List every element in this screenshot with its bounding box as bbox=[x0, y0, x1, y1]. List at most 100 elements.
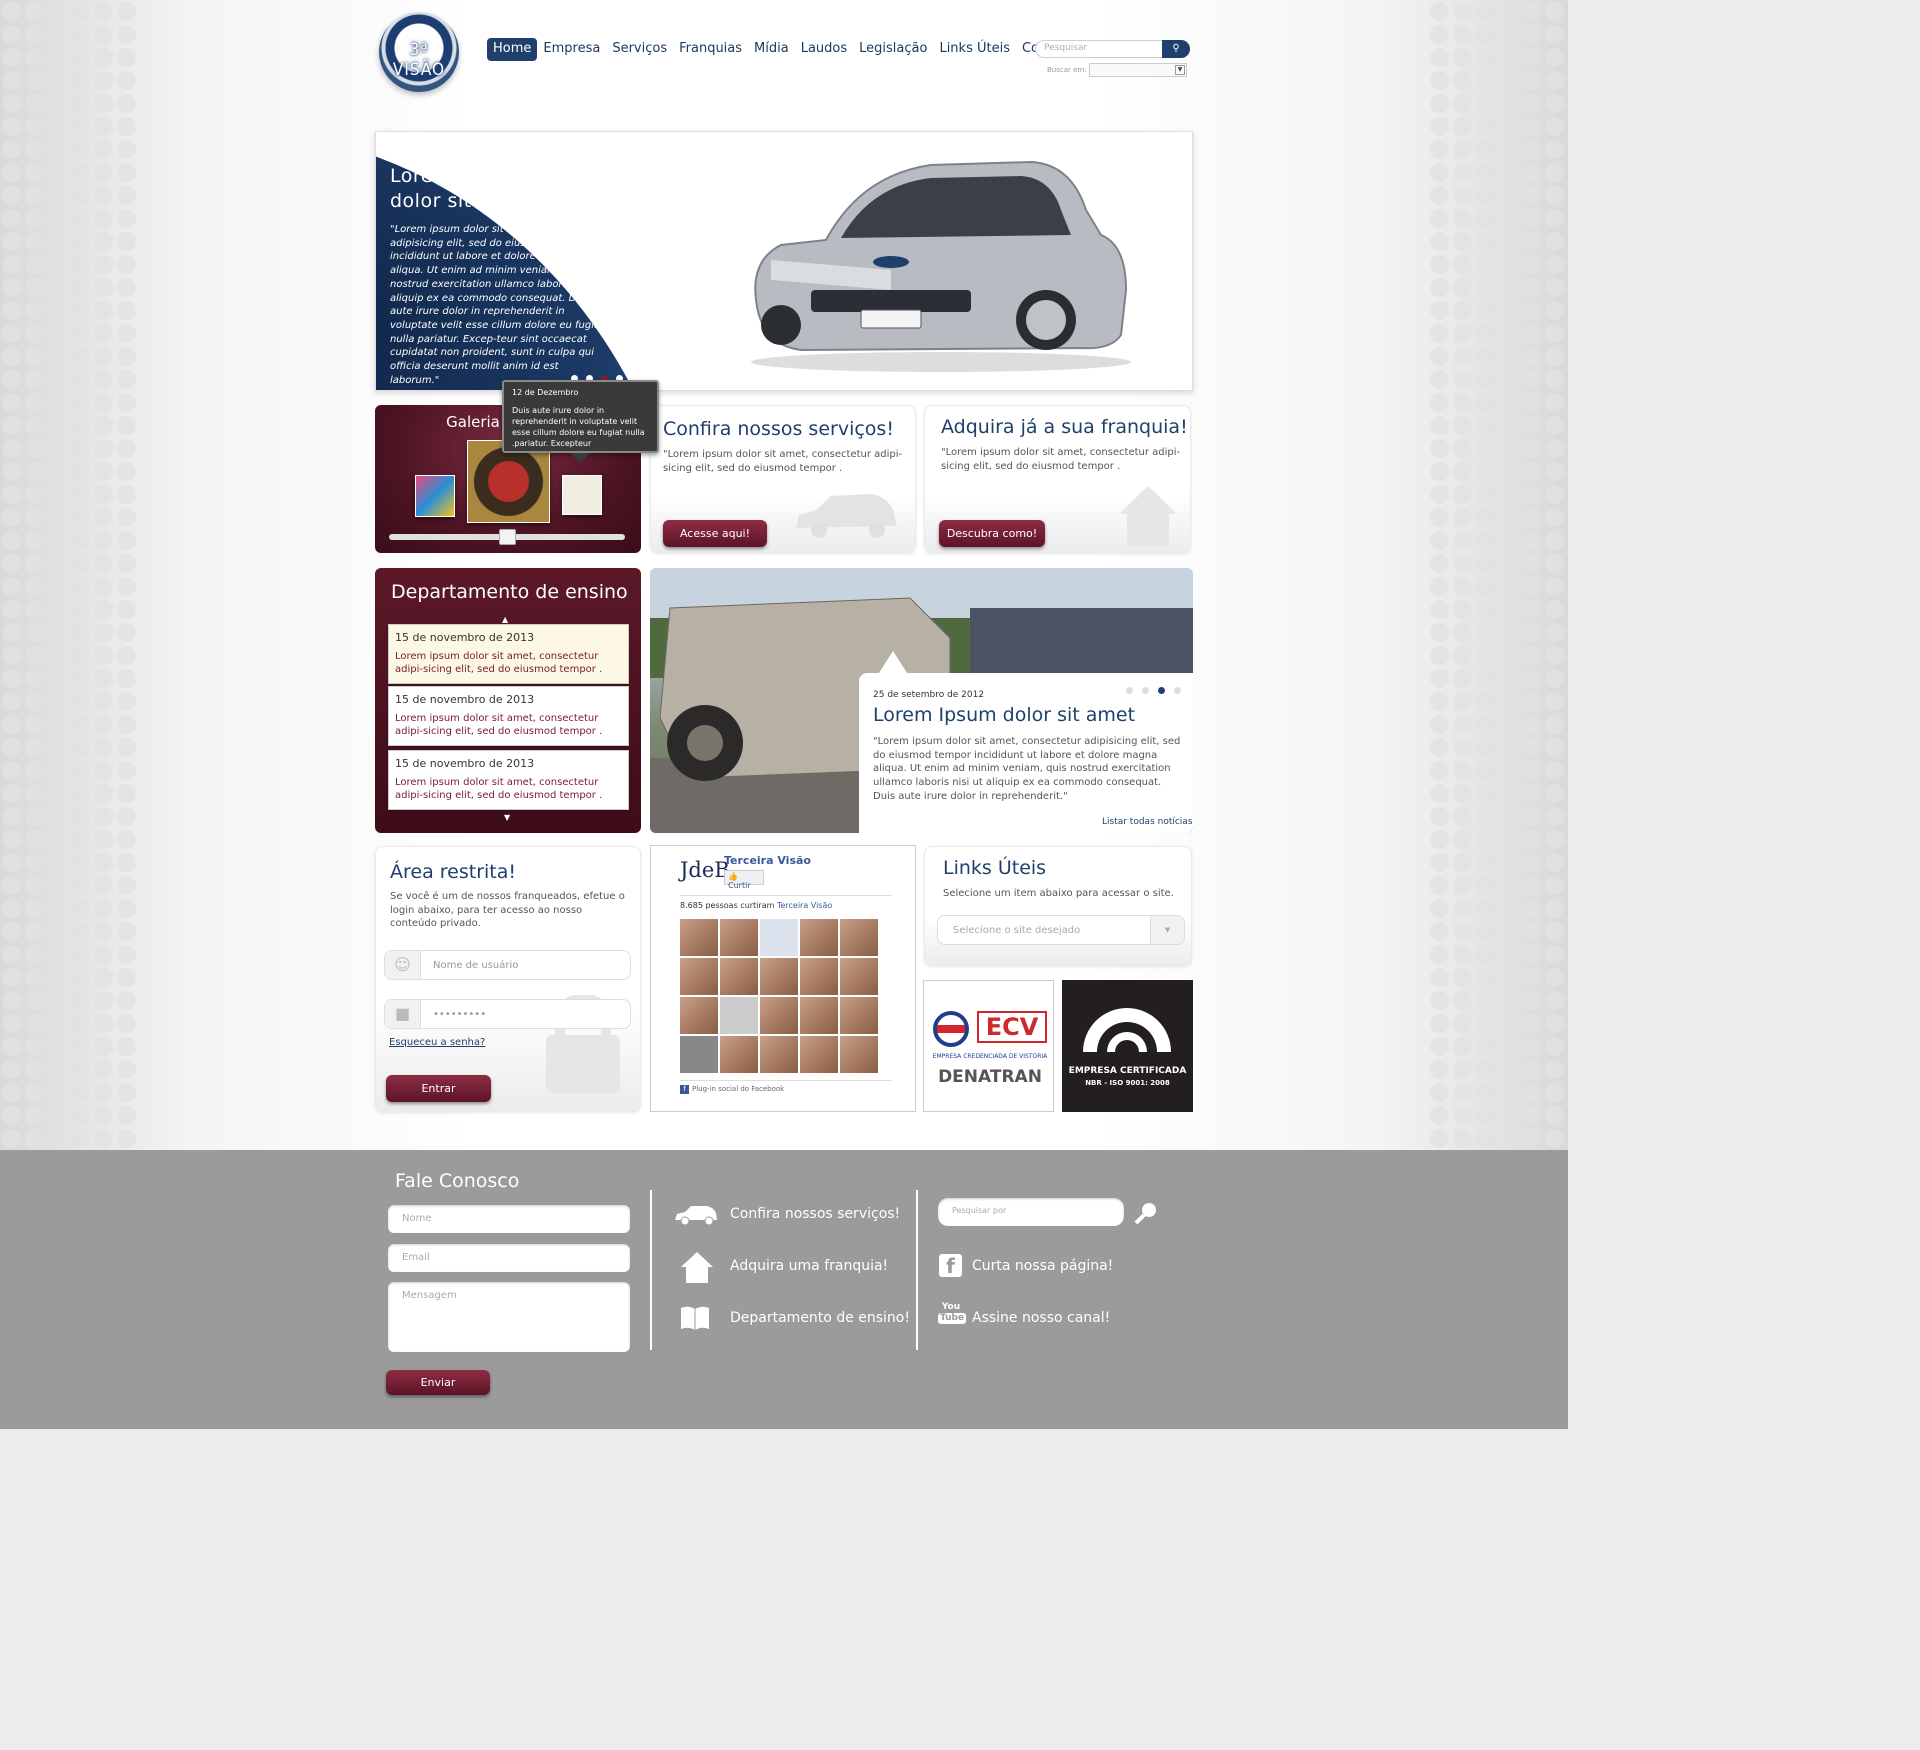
fb-page-name[interactable]: Terceira Visão bbox=[724, 854, 811, 867]
fan-avatar[interactable] bbox=[760, 1036, 798, 1073]
fan-avatar[interactable] bbox=[720, 997, 758, 1034]
fan-avatar[interactable] bbox=[800, 1036, 838, 1073]
footer-link-services[interactable]: Confira nossos serviços! bbox=[730, 1206, 900, 1222]
ecv-denatran-badge[interactable]: ECV EMPRESA CREDENCIADA DE VISTORIA DENA… bbox=[923, 980, 1054, 1112]
footer-divider-2 bbox=[916, 1190, 918, 1350]
tooltip-text: Duis aute irure dolor in reprehenderit i… bbox=[512, 406, 645, 448]
gallery-slider[interactable] bbox=[389, 529, 625, 545]
fan-avatar[interactable] bbox=[720, 958, 758, 995]
news-dot-1[interactable] bbox=[1126, 687, 1133, 694]
teaching-item-text: Lorem ipsum dolor sit amet, consectetur … bbox=[395, 713, 603, 737]
fan-avatar[interactable] bbox=[800, 919, 838, 956]
contact-email-placeholder: Email bbox=[402, 1252, 430, 1263]
fan-avatar[interactable] bbox=[840, 1036, 878, 1073]
contact-email-input[interactable]: Email bbox=[388, 1244, 630, 1272]
fan-avatar[interactable] bbox=[800, 958, 838, 995]
send-button[interactable]: Enviar bbox=[386, 1370, 490, 1395]
franchise-text: "Lorem ipsum dolor sit amet, consectetur… bbox=[941, 447, 1181, 472]
news-dot-4[interactable] bbox=[1174, 687, 1181, 694]
news-dot-3[interactable] bbox=[1158, 687, 1165, 694]
fan-avatar[interactable] bbox=[680, 1036, 718, 1073]
youtube-icon: You Tube bbox=[938, 1302, 967, 1324]
fan-avatar[interactable] bbox=[840, 919, 878, 956]
teaching-panel: Departamento de ensino ▲ 15 de novembro … bbox=[375, 568, 641, 833]
restricted-area-card: Área restrita! Se você é um de nossos fr… bbox=[375, 846, 641, 1112]
footer-search-input[interactable]: Pesquisar por bbox=[938, 1198, 1124, 1226]
franchise-button[interactable]: Descubra como! bbox=[939, 520, 1045, 547]
fan-avatar[interactable] bbox=[760, 919, 798, 956]
nav-servicos[interactable]: Serviços bbox=[606, 38, 673, 61]
search-button[interactable]: ⚲ bbox=[1162, 40, 1190, 58]
car-icon bbox=[675, 1206, 717, 1226]
nav-links-uteis[interactable]: Links Úteis bbox=[933, 38, 1016, 61]
fan-avatar[interactable] bbox=[680, 958, 718, 995]
services-button[interactable]: Acesse aqui! bbox=[663, 520, 767, 547]
news-pager bbox=[1126, 687, 1181, 694]
hero-title-line1: Lorem Ipsum bbox=[390, 165, 520, 187]
username-field[interactable]: ☺ Nome de usuário bbox=[384, 950, 631, 980]
gallery-tooltip: 12 de Dezembro Duis aute irure dolor in … bbox=[502, 380, 659, 463]
contact-message-placeholder: Mensagem bbox=[402, 1290, 457, 1301]
fan-avatar[interactable] bbox=[760, 997, 798, 1034]
search-input[interactable]: Pesquisar ⚲ bbox=[1035, 40, 1190, 58]
useful-links-card: Links Úteis Selecione um item abaixo par… bbox=[924, 846, 1192, 966]
fb-likes-page[interactable]: Terceira Visão bbox=[777, 901, 832, 910]
fb-plugin-text: Plug-in social do Facebook bbox=[692, 1085, 785, 1093]
footer-link-teaching[interactable]: Departamento de ensino! bbox=[730, 1310, 910, 1326]
search-icon: ⚲ bbox=[1172, 43, 1180, 54]
news-dot-2[interactable] bbox=[1142, 687, 1149, 694]
fan-avatar[interactable] bbox=[840, 997, 878, 1034]
nav-legislacao[interactable]: Legislação bbox=[853, 38, 933, 61]
teaching-item[interactable]: 15 de novembro de 2013 Lorem ipsum dolor… bbox=[388, 624, 629, 684]
gallery-thumb-3[interactable] bbox=[562, 475, 602, 515]
footer-link-franchise[interactable]: Adquira uma franquia! bbox=[730, 1258, 888, 1274]
fan-avatar[interactable] bbox=[760, 958, 798, 995]
nav-home[interactable]: Home bbox=[487, 38, 538, 61]
denatran-text: DENATRAN bbox=[938, 1067, 1042, 1087]
nav-empresa[interactable]: Empresa bbox=[537, 38, 606, 61]
fan-avatar[interactable] bbox=[680, 997, 718, 1034]
iso-badge[interactable]: EMPRESA CERTIFICADA NBR - ISO 9001: 2008 bbox=[1062, 980, 1193, 1112]
nav-laudos[interactable]: Laudos bbox=[795, 38, 853, 61]
thumbs-up-icon: 👍 bbox=[728, 872, 738, 881]
forgot-password-link[interactable]: Esqueceu a senha? bbox=[389, 1037, 485, 1048]
contact-name-placeholder: Nome bbox=[402, 1213, 432, 1224]
fan-avatar[interactable] bbox=[720, 1036, 758, 1073]
footer-link-youtube[interactable]: Assine nosso canal! bbox=[972, 1310, 1110, 1326]
restricted-text: Se você é um de nossos franqueados, efet… bbox=[390, 891, 625, 929]
fan-avatar[interactable] bbox=[840, 958, 878, 995]
iso-arc-icon bbox=[1083, 1008, 1171, 1052]
scroll-down-icon[interactable]: ▼ bbox=[504, 813, 510, 822]
fan-avatar[interactable] bbox=[720, 919, 758, 956]
logo[interactable]: 3ª VISÃO bbox=[379, 12, 459, 92]
scroll-up-icon[interactable]: ▲ bbox=[502, 615, 508, 624]
services-text: "Lorem ipsum dolor sit amet, consectetur… bbox=[663, 449, 903, 474]
news-card: 25 de setembro de 2012 Lorem Ipsum dolor… bbox=[859, 651, 1193, 833]
news-all-link[interactable]: Listar todas notícias bbox=[1102, 817, 1193, 827]
contact-name-input[interactable]: Nome bbox=[388, 1205, 630, 1233]
search-in-select[interactable]: ▼ bbox=[1089, 63, 1187, 77]
chevron-down-icon: ▼ bbox=[1175, 65, 1185, 75]
password-field[interactable]: ■ ••••••••• bbox=[384, 999, 631, 1029]
search-placeholder: Pesquisar bbox=[1044, 43, 1088, 53]
fan-avatar[interactable] bbox=[680, 919, 718, 956]
search-icon[interactable] bbox=[1133, 1200, 1159, 1226]
teaching-item[interactable]: 15 de novembro de 2013 Lorem ipsum dolor… bbox=[388, 750, 629, 810]
teaching-item-text: Lorem ipsum dolor sit amet, consectetur … bbox=[395, 651, 603, 675]
restricted-title: Área restrita! bbox=[390, 861, 516, 883]
fan-avatar[interactable] bbox=[800, 997, 838, 1034]
footer-link-facebook[interactable]: Curta nossa página! bbox=[972, 1258, 1113, 1274]
contact-message-input[interactable]: Mensagem bbox=[388, 1282, 630, 1352]
nav-franquias[interactable]: Franquias bbox=[673, 38, 748, 61]
iso-line1: EMPRESA CERTIFICADA bbox=[1068, 1066, 1187, 1076]
login-button[interactable]: Entrar bbox=[386, 1075, 491, 1102]
logo-text: 3ª VISÃO bbox=[392, 40, 446, 80]
fb-like-button[interactable]: 👍Curtir bbox=[724, 870, 764, 890]
gallery-thumb-1[interactable] bbox=[415, 475, 455, 517]
useful-links-select[interactable]: Selecione o site desejado ▼ bbox=[937, 915, 1185, 945]
teaching-item[interactable]: 15 de novembro de 2013 Lorem ipsum dolor… bbox=[388, 686, 629, 746]
news-title: Lorem Ipsum dolor sit amet bbox=[873, 704, 1136, 726]
nav-midia[interactable]: Mídia bbox=[748, 38, 795, 61]
gallery-slider-handle[interactable] bbox=[498, 529, 516, 545]
services-card: Confira nossos serviços! "Lorem ipsum do… bbox=[650, 405, 916, 553]
